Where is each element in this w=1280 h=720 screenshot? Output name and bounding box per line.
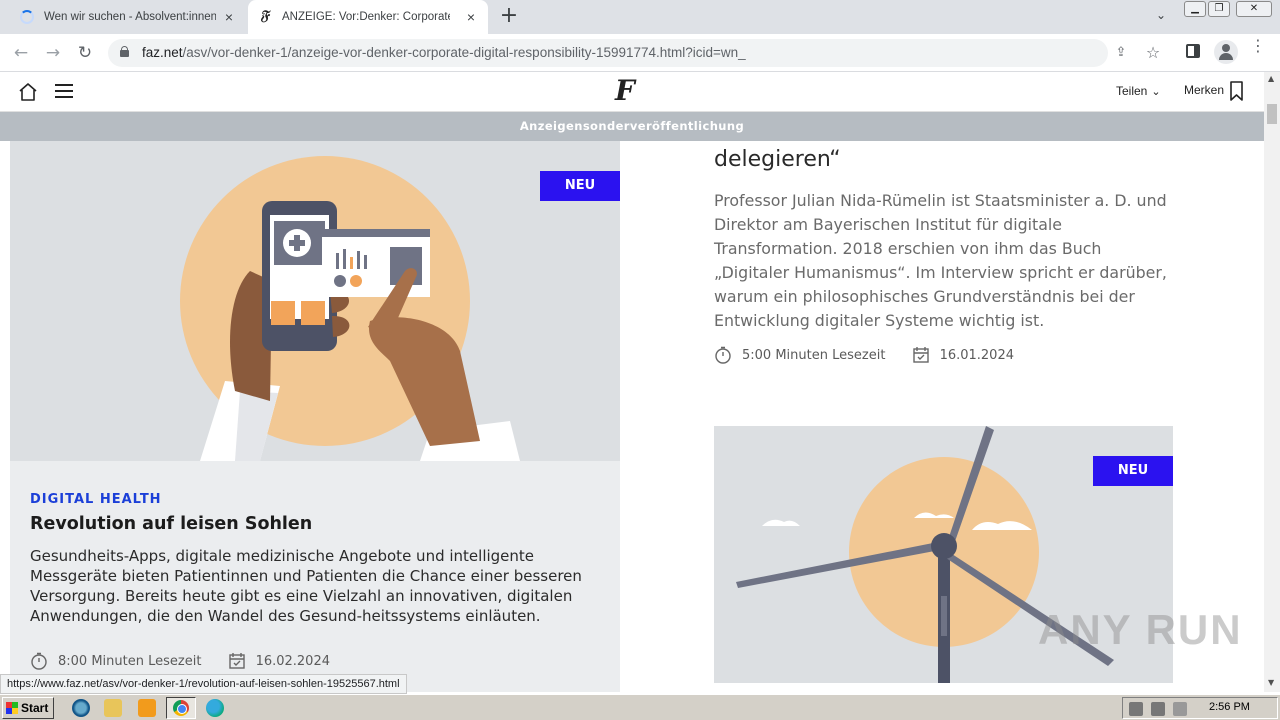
article-category[interactable]: DIGITAL HEALTH bbox=[30, 492, 162, 507]
publish-date: 16.01.2024 bbox=[912, 346, 1014, 364]
scroll-down-arrow-icon[interactable]: ▼ bbox=[1268, 678, 1274, 687]
reading-time: 5:00 Minuten Lesezeit bbox=[714, 346, 885, 364]
share-page-icon[interactable]: ⇪ bbox=[1112, 45, 1130, 63]
edge-icon[interactable] bbox=[206, 699, 224, 717]
bookmark-label: Merken bbox=[1184, 83, 1225, 97]
article-teaser: Professor Julian Nida-Rümelin ist Staats… bbox=[714, 191, 1167, 330]
address-bar[interactable]: faz.net/asv/vor-denker-1/anzeige-vor-den… bbox=[108, 39, 1160, 67]
bookmark-star-icon[interactable]: ☆ bbox=[1144, 43, 1162, 62]
tab-search-chevron-icon[interactable]: ⌄ bbox=[1152, 8, 1170, 26]
url-text[interactable]: faz.net/asv/vor-denker-1/anzeige-vor-den… bbox=[142, 45, 746, 60]
new-badge: NEU bbox=[540, 171, 620, 201]
publish-date-label: 16.01.2024 bbox=[939, 347, 1014, 363]
new-tab-button[interactable]: + bbox=[498, 5, 520, 28]
new-badge: NEU bbox=[1093, 456, 1173, 486]
article-card-revolution[interactable]: NEU DIGITAL HEALTH Revolution auf leisen… bbox=[10, 141, 620, 692]
url-path: /asv/vor-denker-1/anzeige-vor-denker-cor… bbox=[182, 45, 746, 60]
hamburger-menu-icon[interactable] bbox=[55, 84, 73, 98]
tab-wen-wir-suchen[interactable]: Wen wir suchen - Absolvent:innen | ... × bbox=[8, 0, 246, 34]
share-label: Teilen bbox=[1116, 84, 1148, 98]
article-meta: 5:00 Minuten Lesezeit 16.01.2024 bbox=[714, 346, 1036, 368]
stopwatch-icon bbox=[31, 652, 47, 670]
close-tab-icon[interactable]: × bbox=[222, 10, 236, 24]
back-arrow-icon[interactable]: ← bbox=[10, 42, 32, 64]
loading-spinner-icon bbox=[20, 10, 34, 24]
bookmark-button[interactable]: Merken bbox=[1184, 83, 1224, 97]
action-center-flag-icon[interactable] bbox=[1173, 702, 1187, 716]
start-label: Start bbox=[21, 701, 49, 715]
page-scrollbar[interactable]: ▲ ▼ bbox=[1264, 72, 1280, 692]
side-panel-icon[interactable] bbox=[1186, 44, 1200, 58]
system-tray: 2:56 PM bbox=[1122, 697, 1278, 719]
article-meta: 8:00 Minuten Lesezeit 16.02.2024 bbox=[30, 652, 352, 674]
faz-logo[interactable]: F bbox=[612, 74, 638, 108]
stopwatch-icon bbox=[715, 346, 731, 364]
article-teaser: Gesundheits-Apps, digitale medizinische … bbox=[30, 547, 582, 625]
article-image-digital-health[interactable]: NEU bbox=[10, 141, 620, 461]
home-icon[interactable] bbox=[18, 82, 38, 102]
tab-title: Wen wir suchen - Absolvent:innen | ... bbox=[44, 11, 216, 23]
reading-time-label: 8:00 Minuten Lesezeit bbox=[58, 653, 202, 669]
window-minimize-button[interactable]: ▁ bbox=[1184, 1, 1206, 17]
media-player-icon[interactable] bbox=[138, 699, 156, 717]
internet-explorer-icon[interactable] bbox=[72, 699, 90, 717]
advertorial-banner: Anzeigensonderveröffentlichung bbox=[0, 112, 1264, 141]
volume-icon[interactable] bbox=[1129, 702, 1143, 716]
chevron-down-icon: ⌄ bbox=[1151, 86, 1161, 98]
health-app-illustration bbox=[180, 156, 520, 461]
article-headline[interactable]: Revolution auf leisen Sohlen bbox=[30, 514, 312, 534]
network-icon[interactable] bbox=[1151, 702, 1165, 716]
windows-taskbar: Start 2:56 PM bbox=[0, 694, 1280, 720]
scrollbar-thumb[interactable] bbox=[1267, 104, 1277, 124]
window-close-button[interactable]: ✕ bbox=[1236, 1, 1272, 17]
bookmark-icon[interactable] bbox=[1230, 81, 1243, 101]
kebab-menu-icon[interactable]: ⋮ bbox=[1250, 38, 1266, 62]
share-button[interactable]: Teilen ⌄ bbox=[1116, 84, 1161, 98]
clock[interactable]: 2:56 PM bbox=[1209, 701, 1250, 713]
browser-toolbar: ← → ↻ faz.net/asv/vor-denker-1/anzeige-v… bbox=[0, 34, 1280, 72]
faz-favicon-icon: 𝔉 bbox=[260, 8, 269, 24]
publish-date: 16.02.2024 bbox=[228, 652, 330, 670]
scroll-up-arrow-icon[interactable]: ▲ bbox=[1268, 74, 1274, 83]
banner-label: Anzeigensonderveröffentlichung bbox=[519, 119, 745, 133]
anyrun-watermark: ANY RUN bbox=[1038, 606, 1243, 653]
start-button[interactable]: Start bbox=[2, 697, 54, 719]
windows-logo-icon bbox=[6, 702, 18, 714]
reload-icon[interactable]: ↻ bbox=[74, 42, 96, 64]
tab-vor-denker[interactable]: 𝔉 ANZEIGE: Vor:Denker: Corporate Digital… bbox=[248, 0, 488, 34]
calendar-check-icon bbox=[912, 347, 929, 363]
site-header: F Teilen ⌄ Merken bbox=[0, 72, 1264, 112]
chrome-icon bbox=[173, 700, 189, 716]
status-bar-link: https://www.faz.net/asv/vor-denker-1/rev… bbox=[0, 674, 407, 694]
chrome-taskbar-button[interactable] bbox=[166, 697, 196, 719]
folder-icon[interactable] bbox=[104, 699, 122, 717]
url-host: faz.net bbox=[142, 45, 183, 60]
window-restore-button[interactable]: ❐ bbox=[1208, 1, 1230, 17]
tab-title: ANZEIGE: Vor:Denker: Corporate Digital..… bbox=[282, 11, 450, 23]
calendar-check-icon bbox=[228, 653, 245, 669]
profile-avatar-icon[interactable] bbox=[1214, 40, 1238, 64]
browser-tab-strip: Wen wir suchen - Absolvent:innen | ... ×… bbox=[0, 0, 1280, 34]
lock-icon[interactable] bbox=[120, 46, 129, 57]
reading-time-label: 5:00 Minuten Lesezeit bbox=[742, 347, 886, 363]
forward-arrow-icon[interactable]: → bbox=[42, 42, 64, 64]
reading-time: 8:00 Minuten Lesezeit bbox=[30, 652, 201, 670]
close-tab-icon[interactable]: × bbox=[464, 10, 478, 24]
article-headline[interactable]: delegieren“ bbox=[714, 147, 841, 172]
publish-date-label: 16.02.2024 bbox=[255, 653, 330, 669]
